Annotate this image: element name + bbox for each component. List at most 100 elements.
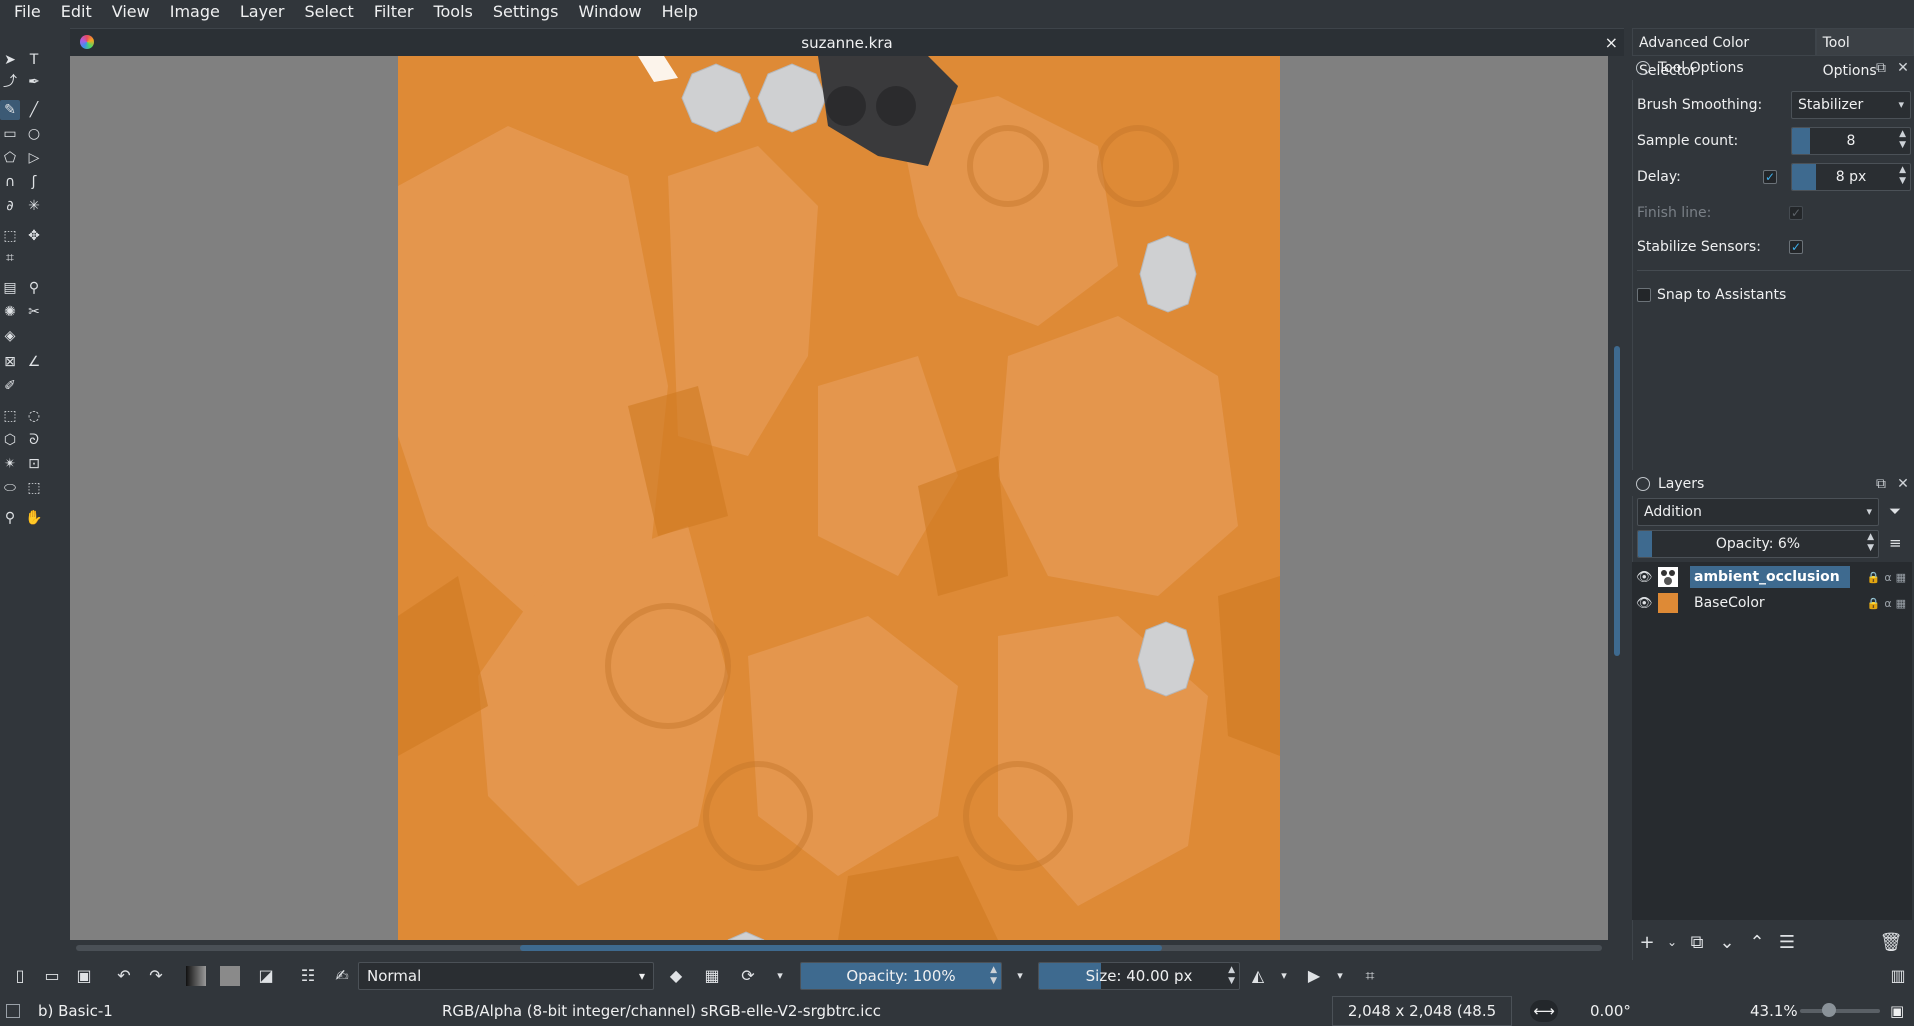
polygon-select-tool-icon[interactable]: ⬡ [0,430,20,450]
close-panel-icon[interactable]: ✕ [1892,60,1914,76]
preserve-alpha-icon[interactable]: ▦ [702,966,722,986]
chevron-down-icon[interactable]: ▾ [770,966,790,986]
horizontal-scrollbar[interactable] [70,940,1608,956]
transform-tool-icon[interactable]: ⬚ [0,226,20,246]
zoom-slider-handle[interactable] [1822,1003,1836,1017]
spin-arrows-icon[interactable]: ▲ ▼ [1899,129,1906,151]
layer-row-basecolor[interactable]: 👁 BaseColor 🔒α▦ [1632,590,1912,616]
reference-tool-icon[interactable]: ✐ [0,376,20,396]
redo-icon[interactable]: ↷ [146,966,166,986]
delay-spinbox[interactable]: 8 px ▲ ▼ [1791,163,1911,191]
horizontal-scrollbar-thumb[interactable] [520,945,1162,951]
filter-icon[interactable]: ⏷ [1889,502,1901,520]
close-panel-icon[interactable]: ✕ [1892,476,1914,492]
tab-tool-options[interactable]: Tool Options [1815,28,1914,79]
menu-window[interactable]: Window [568,0,651,24]
layer-name[interactable]: BaseColor [1690,592,1850,614]
rotation-icon[interactable]: ⟷ [1530,1000,1558,1022]
menu-filter[interactable]: Filter [364,0,424,24]
sample-count-spinbox[interactable]: 8 ▲ ▼ [1791,127,1911,155]
float-panel-icon[interactable]: ⧉ [1870,476,1892,492]
edit-shapes-tool-icon[interactable]: ⤴ [0,72,20,92]
menu-help[interactable]: Help [652,0,708,24]
fg-bg-color-icon[interactable]: ◪ [256,966,276,986]
assistant-tool-icon[interactable]: ✂ [24,302,44,322]
zoom-tool-icon[interactable]: ⚲ [0,508,20,528]
undo-icon[interactable]: ↶ [114,966,134,986]
spin-arrows-icon[interactable]: ▲ ▼ [1228,965,1235,987]
smart-patch-tool-icon[interactable]: ✺ [0,302,20,322]
texture-canvas[interactable] [398,56,1280,940]
measure-tool-icon[interactable]: ∠ [24,352,44,372]
move-layer-up-icon[interactable]: ⌃ [1742,932,1772,953]
calligraphy-tool-icon[interactable]: ✒ [24,72,44,92]
save-document-icon[interactable]: ▣ [74,966,94,986]
measure-grid-tool-icon[interactable]: ⊠ [0,352,20,372]
mirror-horizontal-icon[interactable]: ◭ [1248,966,1268,986]
pan-tool-icon[interactable]: ✋ [24,508,44,528]
ellipse-select-tool-icon[interactable]: ◌ [24,406,44,426]
finish-line-checkbox[interactable]: ✓ [1789,206,1803,220]
open-document-icon[interactable]: ▭ [42,966,62,986]
bezier-curve-tool-icon[interactable]: ∩ [0,172,20,192]
color-picker-tool-icon[interactable]: ⚲ [24,278,44,298]
workspace-icon[interactable]: ▥ [1888,966,1908,986]
layer-flags-icon[interactable]: 🔒α▦ [1867,597,1910,610]
menu-tools[interactable]: Tools [423,0,482,24]
rect-select-tool-icon[interactable]: ⬚ [0,406,20,426]
brush-editor-icon[interactable]: ☷ [298,966,318,986]
add-layer-dropdown-icon[interactable]: ⌄ [1662,935,1682,949]
line-tool-icon[interactable]: ╱ [24,100,44,120]
dynamic-brush-tool-icon[interactable]: ∂ [0,196,20,216]
panel-lock-icon[interactable] [1636,477,1650,491]
contiguous-select-tool-icon[interactable]: ✴ [0,454,20,474]
vertical-scrollbar[interactable] [1612,56,1622,940]
menu-view[interactable]: View [102,0,160,24]
brush-presets-icon[interactable]: ✍ [332,966,352,986]
zoom-slider-track[interactable] [1800,1009,1880,1013]
chevron-down-icon[interactable]: ▾ [1330,966,1350,986]
polygon-tool-icon[interactable]: ⬠ [0,148,20,168]
delay-checkbox[interactable]: ✓ [1763,170,1777,184]
stabilize-sensors-checkbox[interactable]: ✓ [1789,240,1803,254]
close-document-icon[interactable]: × [1605,33,1618,52]
brush-blend-mode-select[interactable]: Normal ▾ [358,962,654,990]
spin-arrows-icon[interactable]: ▲ ▼ [1867,532,1874,554]
mirror-vertical-icon[interactable]: ▶ [1304,966,1324,986]
visibility-eye-icon[interactable]: 👁 [1636,596,1653,611]
reload-preset-icon[interactable]: ⟳ [738,966,758,986]
move-tool-icon[interactable]: ✥ [24,226,44,246]
spin-arrows-icon[interactable]: ▲ ▼ [990,965,997,987]
polyline-tool-icon[interactable]: ▷ [24,148,44,168]
menu-layer[interactable]: Layer [230,0,295,24]
canvas-area[interactable] [70,56,1608,940]
layer-flags-icon[interactable]: 🔒α▦ [1867,571,1910,584]
multibrush-tool-icon[interactable]: ✳ [24,196,44,216]
wrap-around-icon[interactable]: ⌗ [1360,966,1380,986]
layer-properties-icon[interactable]: ☰ [1772,932,1802,953]
move-layer-down-icon[interactable]: ⌄ [1712,932,1742,953]
duplicate-layer-icon[interactable]: ⧉ [1682,932,1712,953]
chevron-down-icon[interactable]: ▾ [1010,966,1030,986]
text-tool-icon[interactable]: T [24,50,44,70]
document-tab[interactable]: suzanne.kra × [70,28,1624,56]
hamburger-menu-icon[interactable]: ≡ [1889,534,1902,552]
fill-tool-icon[interactable]: ◈ [0,326,20,346]
layer-row-ambient-occlusion[interactable]: 👁 ambient_occlusion 🔒α▦ [1632,564,1912,590]
float-panel-icon[interactable]: ⧉ [1870,60,1892,76]
eraser-mode-icon[interactable]: ◆ [666,966,686,986]
add-layer-icon[interactable]: + [1632,932,1662,953]
freehand-brush-tool-icon[interactable]: ✎ [0,100,20,120]
brush-opacity-slider[interactable]: Opacity: 100% ▲ ▼ [800,962,1002,990]
layer-blend-mode-select[interactable]: Addition ▾ [1637,498,1879,526]
vertical-scrollbar-thumb[interactable] [1614,346,1620,656]
panel-lock-icon[interactable] [1636,61,1650,75]
zoom-value[interactable]: 43.1% [1750,1002,1798,1020]
menu-file[interactable]: File [4,0,51,24]
layer-name[interactable]: ambient_occlusion [1690,566,1850,588]
layer-opacity-slider[interactable]: Opacity: 6% ▲ ▼ [1637,530,1879,558]
similar-select-tool-icon[interactable]: ⊡ [24,454,44,474]
snap-to-assistants-checkbox[interactable] [1637,288,1651,302]
chevron-down-icon[interactable]: ▾ [1274,966,1294,986]
menu-edit[interactable]: Edit [51,0,102,24]
